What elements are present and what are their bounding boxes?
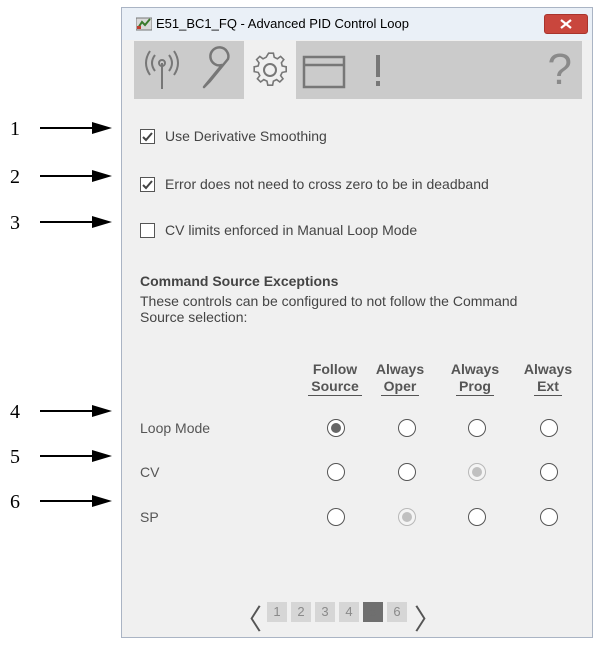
arrow-icon: [40, 450, 112, 462]
page-4-button[interactable]: 4: [339, 602, 359, 622]
radio-loop-mode-follow-source[interactable]: [327, 419, 345, 437]
callout-number: 2: [10, 166, 20, 188]
column-header-always-prog: Always Prog: [443, 361, 507, 396]
gear-icon: [253, 52, 288, 87]
column-header-always-ext: Always Ext: [516, 361, 580, 396]
checkbox[interactable]: [140, 223, 155, 238]
callout-4: 4: [0, 401, 120, 425]
column-header-line1: Always: [375, 361, 425, 377]
arrow-icon: [40, 495, 112, 507]
radio-sp-always-ext[interactable]: [540, 508, 558, 526]
page-navigator: 〈 1 2 3 4 5 6 〉: [134, 602, 584, 636]
radio-loop-mode-always-oper[interactable]: [398, 419, 416, 437]
callout-number: 4: [10, 401, 20, 423]
arrow-icon: [40, 170, 112, 182]
radio-cv-always-ext[interactable]: [540, 463, 558, 481]
callout-2: 2: [0, 166, 120, 190]
radio-sp-always-oper: [398, 508, 416, 526]
arrow-icon: [40, 216, 112, 228]
column-header-line2: Prog: [456, 378, 494, 396]
callout-5: 5: [0, 446, 120, 470]
column-header-line2: Oper: [380, 378, 420, 396]
pid-faceplate-window: E51_BC1_FQ - Advanced PID Control Loop ?…: [121, 7, 593, 638]
exclamation-icon: [376, 55, 380, 86]
option-label: Use Derivative Smoothing: [165, 128, 327, 144]
arrow-icon: [40, 405, 112, 417]
option-label: Error does not need to cross zero to be …: [165, 176, 489, 192]
callout-3: 3: [0, 212, 120, 236]
row-label-cv: CV: [140, 464, 160, 480]
section-title: Command Source Exceptions: [140, 273, 339, 289]
radio-cv-follow-source[interactable]: [327, 463, 345, 481]
antenna-icon: [145, 50, 179, 89]
row-label-sp: SP: [140, 509, 159, 525]
row-label-loop-mode: Loop Mode: [140, 420, 211, 436]
check-icon: [142, 180, 153, 190]
page-6-button[interactable]: 6: [387, 602, 407, 622]
column-header-line2: Ext: [534, 378, 562, 396]
tab-alarms[interactable]: [352, 43, 404, 97]
next-page-button[interactable]: 〉: [414, 598, 442, 638]
checkbox[interactable]: [140, 129, 155, 144]
wrench-icon: [202, 46, 230, 89]
radio-loop-mode-always-ext[interactable]: [540, 419, 558, 437]
column-header-line1: Always: [450, 361, 500, 377]
radio-loop-mode-always-prog[interactable]: [468, 419, 486, 437]
radio-cv-always-prog: [468, 463, 486, 481]
window-icon: [302, 55, 346, 89]
faceplate-toolbar: ?: [134, 41, 582, 99]
callout-1: 1: [0, 118, 120, 142]
tab-maintenance[interactable]: [190, 43, 242, 97]
window-title: E51_BC1_FQ - Advanced PID Control Loop: [156, 16, 409, 31]
callout-number: 6: [10, 491, 20, 513]
prev-page-button[interactable]: 〈: [234, 598, 262, 638]
callout-number: 5: [10, 446, 20, 468]
section-description: These controls can be configured to not …: [140, 293, 518, 325]
page-2-button[interactable]: 2: [291, 602, 311, 622]
page-1-button[interactable]: 1: [267, 602, 287, 622]
tab-trends[interactable]: [298, 43, 350, 97]
callout-number: 1: [10, 118, 20, 140]
page-3-button[interactable]: 3: [315, 602, 335, 622]
checkbox[interactable]: [140, 177, 155, 192]
close-button[interactable]: [544, 14, 588, 34]
configuration-page: Use Derivative Smoothing Error does not …: [134, 99, 584, 636]
page-5-button[interactable]: 5: [363, 602, 383, 622]
help-button[interactable]: ?: [548, 45, 572, 95]
close-icon: [560, 19, 572, 29]
app-icon: [136, 17, 152, 31]
radio-sp-always-prog[interactable]: [468, 508, 486, 526]
column-header-always-oper: Always Oper: [368, 361, 432, 396]
title-bar: E51_BC1_FQ - Advanced PID Control Loop: [122, 8, 592, 40]
arrow-icon: [40, 122, 112, 134]
column-header-line1: Always: [523, 361, 573, 377]
callout-number: 3: [10, 212, 20, 234]
radio-sp-follow-source[interactable]: [327, 508, 345, 526]
check-icon: [142, 132, 153, 142]
callout-6: 6: [0, 491, 120, 515]
tab-configuration[interactable]: [244, 41, 296, 99]
radio-cv-always-oper[interactable]: [398, 463, 416, 481]
column-header-line2: Source: [308, 378, 362, 396]
tab-operator[interactable]: [136, 43, 188, 97]
column-header-line1: Follow: [312, 361, 358, 377]
option-label: CV limits enforced in Manual Loop Mode: [165, 222, 418, 238]
column-header-follow-source: Follow Source: [303, 361, 367, 396]
